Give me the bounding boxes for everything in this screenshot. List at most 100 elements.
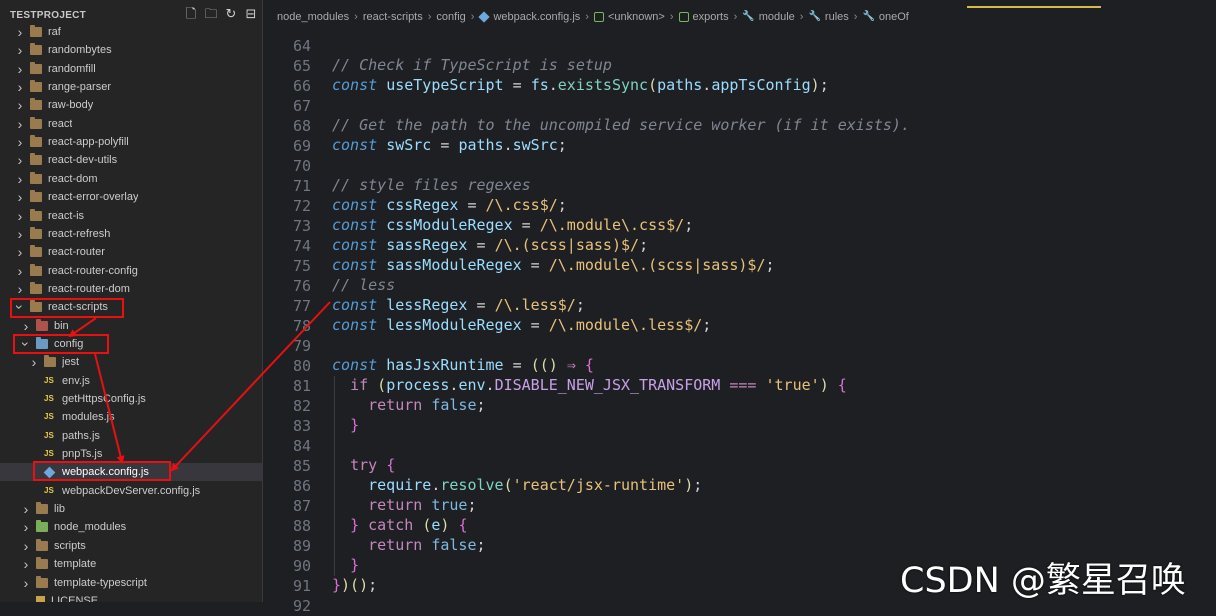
code-line[interactable]: const cssModuleRegex = /\.module\.css$/; [332, 216, 693, 236]
chevron-right-icon: › [23, 519, 29, 536]
code-line[interactable]: // Get the path to the uncompiled servic… [332, 116, 910, 136]
tree-item[interactable]: › react-dev-utils [0, 151, 262, 169]
breadcrumb-item[interactable]: <unknown> [593, 11, 665, 23]
collapse-all-icon[interactable]: ⊟ [244, 8, 258, 22]
tree-item-label: raf [48, 26, 61, 38]
breadcrumb-item[interactable]: node_modules [277, 11, 349, 23]
tree-item[interactable]: › react-refresh [0, 225, 262, 243]
code-line[interactable]: return false; [332, 396, 485, 416]
folder-icon [36, 318, 48, 331]
tree-item[interactable]: webpack.config.js [0, 463, 262, 482]
tree-item[interactable]: › template [0, 555, 262, 573]
new-file-icon[interactable]: 🗋 [184, 8, 198, 22]
js-file-icon: JS [44, 449, 54, 459]
code-line[interactable]: const lessModuleRegex = /\.module\.less$… [332, 316, 711, 336]
tree-item[interactable]: › jest [0, 353, 262, 371]
code-token: { [837, 376, 847, 394]
tree-item[interactable]: › react-dom [0, 170, 262, 188]
tree-item[interactable]: › react [0, 115, 262, 133]
tree-item[interactable]: JS env.js [0, 372, 262, 390]
tree-item[interactable]: JS modules.js [0, 408, 262, 426]
code-token: 'true' [765, 376, 820, 394]
code-token: swSrc [386, 136, 432, 154]
code-token: ; [575, 296, 585, 314]
line-number: 74 [292, 237, 311, 255]
chevron-right-icon: › [23, 556, 29, 573]
tree-item[interactable]: LICENSE [0, 592, 262, 602]
tree-item[interactable]: › react-error-overlay [0, 188, 262, 206]
breadcrumb-label: exports [692, 11, 729, 23]
code-line[interactable]: // less [332, 276, 395, 296]
code-line[interactable]: const sassModuleRegex = /\.module\.(scss… [332, 256, 775, 276]
tree-item[interactable]: › react-is [0, 207, 262, 225]
breadcrumb-item[interactable]: config [436, 11, 465, 23]
tree-item[interactable]: JS webpackDevServer.config.js [0, 482, 262, 500]
tree-item-label: webpack.config.js [62, 466, 149, 479]
code-line[interactable]: // style files regexes [332, 176, 531, 196]
code-line[interactable]: const sassRegex = /\.(scss|sass)$/; [332, 236, 648, 256]
refresh-icon[interactable]: ↻ [224, 8, 238, 22]
breadcrumb-item[interactable]: react-scripts [363, 11, 423, 23]
code-token: env [458, 376, 486, 394]
code-line[interactable]: try { [332, 456, 395, 476]
tree-item[interactable]: › react-scripts [0, 298, 262, 316]
code-token: = [458, 196, 486, 214]
chevron-right-icon: › [23, 317, 29, 334]
breadcrumb-item[interactable]: 🔧 oneOf [862, 11, 908, 23]
breadcrumb-item[interactable]: 🔧 module [742, 11, 795, 23]
new-folder-icon[interactable]: 🗀 [204, 8, 218, 22]
tree-item[interactable]: › node_modules [0, 518, 262, 536]
chevron-right-icon: › [17, 79, 23, 96]
code-line[interactable]: if (process.env.DISABLE_NEW_JSX_TRANSFOR… [332, 376, 847, 396]
code-line[interactable]: } catch (e) { [332, 516, 467, 536]
tree-item[interactable]: JS pnpTs.js [0, 445, 262, 463]
tree-item-label: webpackDevServer.config.js [62, 484, 201, 497]
code-line[interactable]: } [332, 416, 359, 436]
explorer-sidebar: TESTPROJECT 🗋 🗀 ↻ ⊟ › raf › randombytes › ran… [0, 0, 263, 602]
chevron-down-icon: › [12, 304, 28, 310]
breadcrumb-item[interactable]: webpack.config.js [478, 11, 580, 23]
breadcrumb-item[interactable]: 🔧 rules [808, 11, 848, 23]
code-line[interactable]: const lessRegex = /\.less$/; [332, 296, 585, 316]
code-line[interactable]: const cssRegex = /\.css$/; [332, 196, 567, 216]
tree-item[interactable]: › bin [0, 317, 262, 335]
tree-item[interactable]: › react-router [0, 243, 262, 261]
code-token: sassRegex [386, 236, 468, 254]
breadcrumb-separator-icon: › [669, 11, 674, 23]
code-line[interactable]: // Check if TypeScript is setup [332, 56, 612, 76]
tree-item[interactable]: › react-router-dom [0, 280, 262, 298]
code-line[interactable]: return false; [332, 536, 485, 556]
folder-icon [36, 557, 48, 570]
tree-item[interactable]: › range-parser [0, 78, 262, 96]
code-line[interactable]: } [332, 556, 359, 576]
code-line[interactable]: const useTypeScript = fs.existsSync(path… [332, 76, 829, 96]
tree-item[interactable]: › template-typescript [0, 574, 262, 592]
tree-item[interactable]: › lib [0, 500, 262, 518]
tree-item[interactable]: › randombytes [0, 41, 262, 59]
line-number: 92 [292, 597, 311, 615]
tree-item[interactable]: › raf [0, 23, 262, 41]
code-line[interactable]: })(); [332, 576, 377, 596]
code-line[interactable]: const swSrc = paths.swSrc; [332, 136, 567, 156]
code-token: } [350, 416, 360, 434]
folder-icon [30, 281, 42, 294]
tree-item[interactable]: JS paths.js [0, 427, 262, 445]
tree-item[interactable]: › randomfill [0, 60, 262, 78]
tree-item[interactable]: › config [0, 335, 262, 353]
code-line[interactable]: const hasJsxRuntime = (() ⇒ { [332, 356, 594, 376]
breadcrumb-separator-icon: › [733, 11, 738, 23]
tree-item[interactable]: › react-router-config [0, 262, 262, 280]
tree-item[interactable]: JS getHttpsConfig.js [0, 390, 262, 408]
code-editor[interactable]: 64 65 // Check if TypeScript is setup 66 con… [263, 34, 1216, 615]
breadcrumb-item[interactable]: exports [678, 11, 729, 23]
code-line[interactable]: return true; [332, 496, 476, 516]
code-line[interactable]: require.resolve('react/jsx-runtime'); [332, 476, 702, 496]
tree-item[interactable]: › react-app-polyfill [0, 133, 262, 151]
tree-item[interactable]: › raw-body [0, 96, 262, 114]
folder-icon [30, 135, 42, 148]
tree-item[interactable]: › scripts [0, 537, 262, 555]
